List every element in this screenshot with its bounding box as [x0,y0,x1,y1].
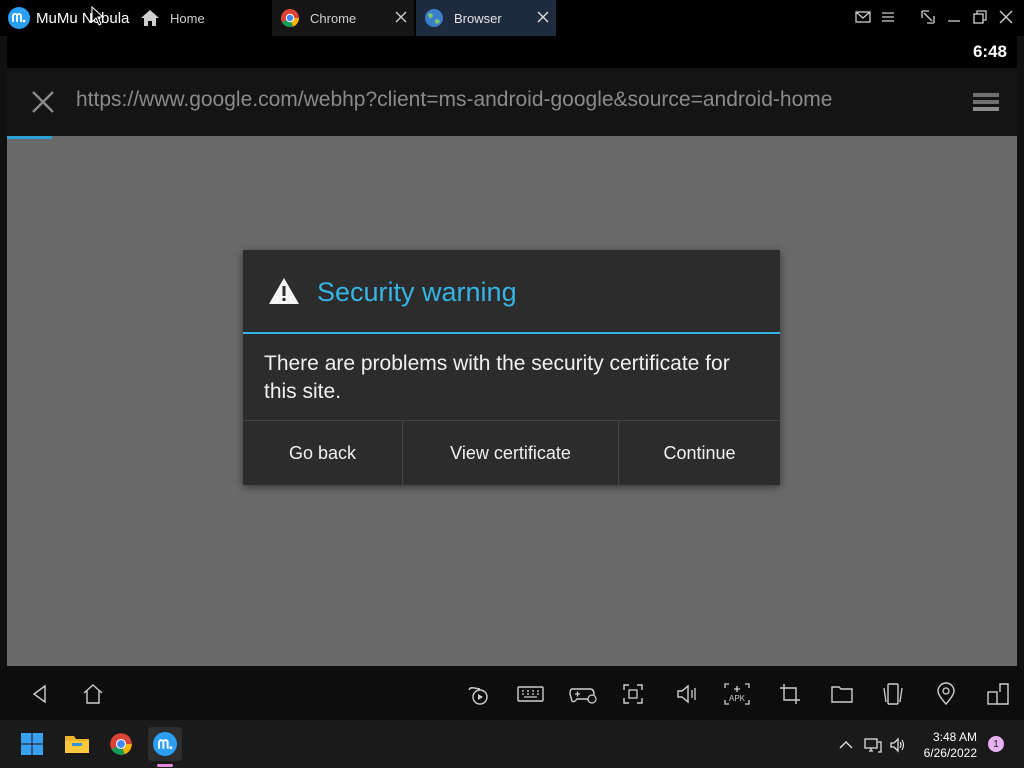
menu-icon[interactable] [879,8,897,26]
browser-url-bar: https://www.google.com/webhp?client=ms-a… [7,68,1017,136]
apk-install-icon[interactable]: APK [723,682,751,706]
fullscreen-icon[interactable] [621,682,645,706]
record-icon[interactable] [466,682,490,706]
warning-triangle-icon [269,278,299,304]
emulator-titlebar: MuMu Nebula Home Chrome Browser [0,0,1024,36]
keyboard-icon[interactable] [517,682,544,706]
dialog-message: There are problems with the security cer… [264,352,730,403]
chrome-taskbar-button[interactable] [104,727,138,761]
svg-text:APK: APK [729,694,746,703]
android-status-bar: 6:48 [7,36,1017,68]
tab-browser[interactable]: Browser [416,0,556,36]
network-icon[interactable] [864,736,882,754]
file-explorer-button[interactable] [60,727,94,761]
dialog-button-row: Go back View certificate Continue [243,420,780,485]
page-load-progress [7,136,52,139]
folder-icon[interactable] [830,682,854,706]
home-nav-icon[interactable] [81,682,105,706]
stop-loading-icon[interactable] [29,88,57,116]
url-field[interactable]: https://www.google.com/webhp?client=ms-a… [76,88,832,112]
mumu-logo-icon [153,732,177,756]
windows-logo-icon [21,733,43,755]
continue-button[interactable]: Continue [618,421,780,485]
mail-icon[interactable] [854,8,872,26]
dialog-title: Security warning [317,277,517,307]
shake-icon[interactable] [881,682,905,706]
taskbar-clock[interactable]: 3:48 AM 6/26/2022 [924,729,977,761]
desktop: MuMu Nebula Home Chrome Browser 6:48 htt… [0,0,1024,768]
mumu-taskbar-button[interactable] [148,727,182,761]
active-app-indicator [157,764,173,767]
close-icon[interactable] [997,8,1015,26]
multi-window-icon[interactable] [986,682,1010,706]
security-warning-dialog: Security warning There are problems with… [243,250,780,485]
windows-taskbar: 3:48 AM 6/26/2022 [0,720,1024,768]
view-certificate-button[interactable]: View certificate [402,421,618,485]
crop-icon[interactable] [778,682,802,706]
tab-browser-close-icon[interactable] [536,10,550,24]
volume-icon[interactable] [674,682,698,706]
file-explorer-icon [65,736,89,753]
chrome-icon [110,733,132,755]
android-screen: 6:48 https://www.google.com/webhp?client… [7,36,1017,666]
notification-badge[interactable]: 1 [988,736,1004,752]
location-icon[interactable] [934,682,958,706]
tabs-menu-icon[interactable] [971,90,1001,114]
minimize-icon[interactable] [945,8,963,26]
tray-chevron-up-icon[interactable] [837,736,855,754]
restore-icon[interactable] [971,8,989,26]
taskbar-time: 3:48 AM [932,730,977,744]
back-nav-icon[interactable] [28,682,52,706]
shrink-icon[interactable] [919,8,937,26]
tab-home-label: Home [170,10,205,26]
app-brand: MuMu Nebula [8,5,129,31]
gamepad-icon[interactable] [568,682,598,706]
mumu-logo-icon [8,7,30,29]
speaker-icon[interactable] [889,736,907,754]
tab-browser-label: Browser [454,10,502,26]
app-name: MuMu Nebula [36,9,130,27]
start-button[interactable] [15,727,49,761]
chrome-icon [281,9,299,28]
tab-chrome[interactable]: Chrome [272,0,414,36]
go-back-button[interactable]: Go back [243,421,402,485]
tab-home[interactable]: Home [136,0,270,36]
tab-chrome-close-icon[interactable] [394,10,408,24]
mouse-cursor-icon [91,6,105,26]
emulator-toolbar: APK [0,666,1024,720]
status-clock: 6:48 [972,42,1007,61]
home-icon [141,10,159,26]
tab-chrome-label: Chrome [310,10,357,26]
taskbar-date: 6/26/2022 [923,746,977,760]
dialog-header: Security warning [243,250,780,334]
globe-icon [425,9,443,27]
